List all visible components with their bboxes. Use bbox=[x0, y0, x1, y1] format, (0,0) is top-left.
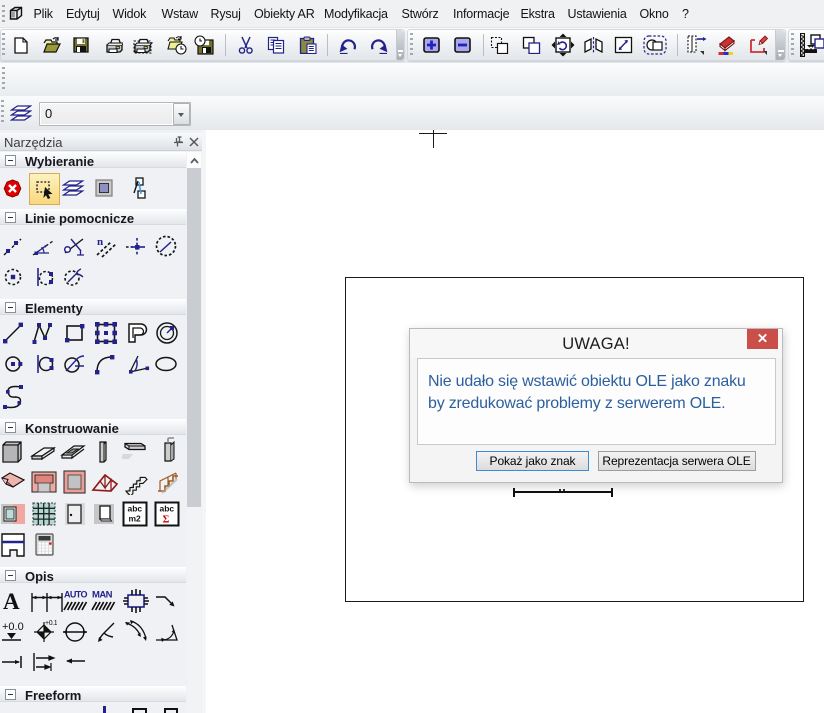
svg-text:abc: abc bbox=[160, 504, 175, 514]
svg-text:abc: abc bbox=[128, 504, 143, 514]
svg-text:m2: m2 bbox=[129, 514, 142, 524]
svg-text:AUTO: AUTO bbox=[64, 590, 88, 600]
svg-text:MAN: MAN bbox=[92, 590, 113, 601]
svg-text:A: A bbox=[3, 590, 20, 612]
svg-text:+0.1: +0.1 bbox=[45, 620, 57, 627]
svg-text:Σ: Σ bbox=[163, 515, 170, 526]
svg-text:+0.0: +0.0 bbox=[2, 621, 24, 633]
svg-text:n: n bbox=[97, 236, 103, 248]
